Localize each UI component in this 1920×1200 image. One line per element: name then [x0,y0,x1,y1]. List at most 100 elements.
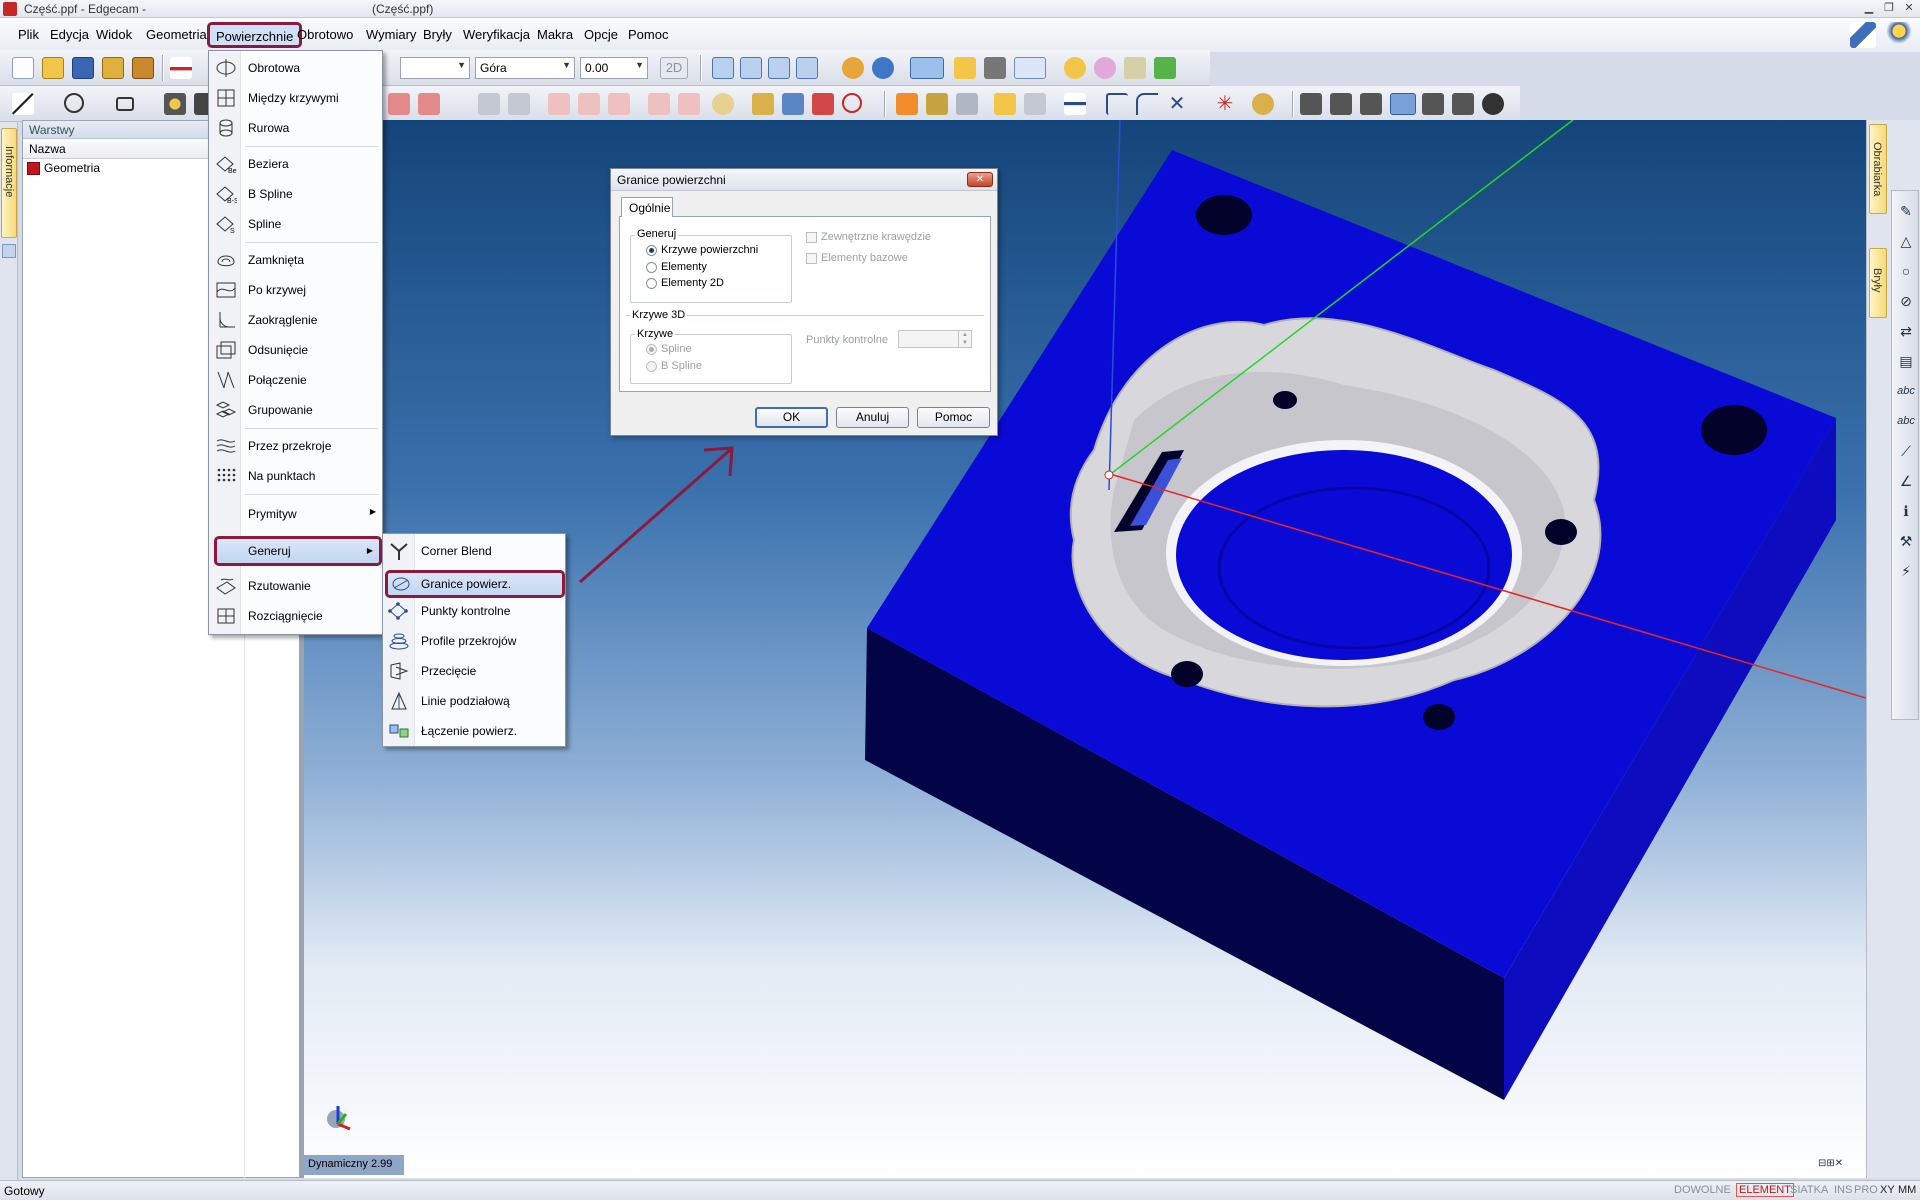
menu-item-rzutowanie[interactable]: Rzutowanie [209,573,382,599]
submenu-item-laczenie-powierz[interactable]: Łączenie powierz. [383,718,565,744]
menu-item-obrotowa[interactable]: Obrotowa [209,55,382,81]
snap-icon[interactable] [896,93,918,115]
indicator-pro[interactable]: PRO [1854,1184,1878,1196]
settings-gear-icon[interactable] [1064,57,1086,79]
menu-item-zaokraglenie[interactable]: Zaokrąglenie [209,307,382,333]
dialog-titlebar[interactable]: Granice powierzchni ✕ [611,169,997,191]
text-tool-2-icon[interactable]: abc [1896,411,1916,431]
dialog-close-icon[interactable]: ✕ [967,172,993,187]
layer-view-5-icon[interactable] [1422,93,1444,115]
radio-button[interactable] [646,244,657,256]
menu-item-przez-przekroje[interactable]: Przez przekroje [209,433,382,459]
surface-tool-5-icon[interactable] [608,93,630,115]
submenu-item-przeciecie[interactable]: Przecięcie [383,658,565,684]
menu-item-grupowanie[interactable]: Grupowanie [209,397,382,423]
radio-elementy-2d[interactable]: Elementy 2D [646,277,724,289]
radio-button[interactable] [646,277,657,289]
checkbox-box[interactable] [806,252,817,264]
view-select-icon[interactable] [1014,57,1046,79]
radio-button[interactable] [646,261,657,273]
surface-tool-3-icon[interactable] [548,93,570,115]
tab-ogolnie[interactable]: Ogólnie [621,197,673,217]
control-points-spinner[interactable]: ▲ ▼ [898,330,972,348]
circle-icon[interactable] [64,93,84,113]
menu-item-na-punktach[interactable]: Na punktach [209,463,382,489]
angle-icon[interactable] [1064,93,1086,115]
menu-item-rurowa[interactable]: Rurowa [209,115,382,141]
app-icon[interactable] [3,2,17,16]
indicator-xy[interactable]: XY [1880,1184,1895,1196]
erase-icon[interactable] [388,93,410,115]
checkbox-box[interactable] [806,231,817,243]
ok-button[interactable]: OK [755,407,828,428]
layer-view-3-icon[interactable] [1360,93,1382,115]
line-icon[interactable] [12,93,34,115]
menu-item-rozciagniecie[interactable]: Rozciągnięcie [209,603,382,629]
indicator-mm[interactable]: MM [1898,1184,1916,1196]
menu-weryfikacja[interactable]: Weryfikacja [463,27,530,42]
layers-tab-icon[interactable] [2,244,16,258]
submenu-item-linie-podzialowa[interactable]: Linie podziałową [383,688,565,714]
intersect-x-icon[interactable]: ✕ [1166,93,1188,115]
cancel-button[interactable]: Anuluj [836,407,909,428]
no-entry-icon[interactable]: ⊘ [1896,291,1916,311]
restore-icon[interactable]: ❐ [1882,1,1896,14]
submenu-item-punkty-kontrolne[interactable]: Punkty kontrolne [383,598,565,624]
submenu-item-corner-blend[interactable]: Corner Blend [383,538,565,564]
pencil-line-icon[interactable]: ✎ [1896,201,1916,221]
rectangle-icon[interactable] [116,97,134,111]
menu-makra[interactable]: Makra [537,27,573,42]
trim-icon[interactable] [418,93,440,115]
surface-tool-4-icon[interactable] [578,93,600,115]
menu-item-b-spline[interactable]: B-S B Spline [209,181,382,207]
indicator-element[interactable]: ELEMENT [1736,1183,1794,1197]
checkbox-outer-edges[interactable]: Zewnętrzne krawędzie [806,231,931,243]
menu-item-miedzy-krzywymi[interactable]: Między krzywymi [209,85,382,111]
tools-icon[interactable]: ⚒ [1896,531,1916,551]
layer-combo[interactable]: ▼ [400,57,470,79]
radio-b-spline[interactable]: B Spline [646,360,702,372]
surface-tool-6-icon[interactable] [648,93,670,115]
help-bulb-icon[interactable] [1886,22,1912,48]
radio-elementy[interactable]: Elementy [646,261,707,273]
dimension-icon[interactable]: ⟋ [1896,441,1916,461]
measure-icon[interactable] [752,93,774,115]
viewport-layout-icons[interactable]: ⊟⊞✕ [1818,1158,1843,1169]
fillet-icon[interactable] [1136,93,1158,115]
layer-view-7-icon[interactable] [1482,93,1504,115]
snap-5-icon[interactable] [1024,93,1046,115]
submenu-item-granice-powierz[interactable]: Granice powierz. [385,570,565,598]
layer-view-6-icon[interactable] [1452,93,1474,115]
text-tool-icon[interactable]: abc [1896,381,1916,401]
angle-dim-icon[interactable]: ∠ [1896,471,1916,491]
transform-icon[interactable]: ⇄ [1896,321,1916,341]
hatch-tool-icon[interactable]: ▤ [1896,351,1916,371]
value-combo[interactable]: 0.00 ▼ [580,57,648,79]
radio-button[interactable] [646,360,657,372]
analysis-icon[interactable] [782,93,804,115]
menu-pomoc[interactable]: Pomoc [628,27,668,42]
surface-tool-2-icon[interactable] [508,93,530,115]
mode-2d-button[interactable]: 2D [660,57,688,79]
spinner-arrows-icon[interactable]: ▲ ▼ [958,331,971,347]
zoom-fit-icon[interactable] [740,57,762,79]
menu-obrotowo[interactable]: Obrotowo [297,27,353,42]
rotate-view-icon[interactable] [842,57,864,79]
import-icon[interactable] [102,57,124,79]
indicator-siatka[interactable]: SIATKA [1790,1184,1828,1196]
corner-icon[interactable] [1106,93,1128,115]
menu-item-beziera[interactable]: Be Beziera [209,151,382,177]
menu-widok[interactable]: Widok [96,27,132,42]
triangle-icon[interactable]: △ [1896,231,1916,251]
menu-opcje[interactable]: Opcje [584,27,618,42]
zoom-in-icon[interactable] [768,57,790,79]
shaded-view-icon[interactable] [910,57,944,79]
pencil-icon[interactable] [812,93,834,115]
zoom-window-icon[interactable] [712,57,734,79]
target-icon[interactable] [842,93,862,113]
menu-item-polaczenie[interactable]: Połączenie [209,367,382,393]
submenu-item-profile-przekrojow[interactable]: Profile przekrojów [383,628,565,654]
view-iso-icon[interactable] [954,57,976,79]
menu-wymiary[interactable]: Wymiary [366,27,416,42]
zoom-out-icon[interactable] [796,57,818,79]
